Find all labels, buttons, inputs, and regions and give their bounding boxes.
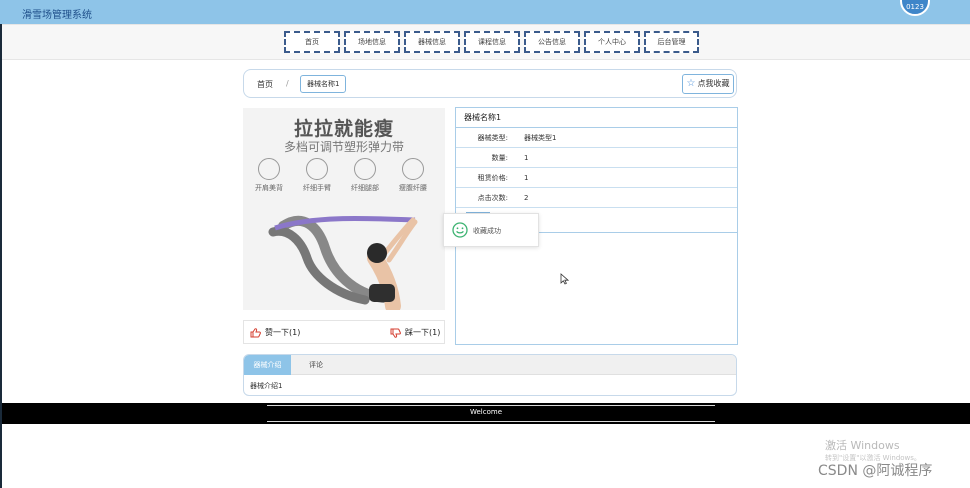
mouse-cursor-icon [560, 273, 569, 285]
thumbs-up-icon [250, 327, 261, 337]
detail-row: 器械类型: 器械类型1 [456, 128, 737, 148]
dislike-label: 踩一下(1) [405, 328, 441, 337]
nav-band: 首页 场地信息 器械信息 课程信息 公告信息 个人中心 后台管理 [0, 24, 970, 60]
detail-title: 器械名称1 [456, 108, 737, 128]
toast-message: 收藏成功 [443, 213, 539, 247]
favorite-button[interactable]: ☆ 点我收藏 [682, 74, 734, 94]
thumbs-down-icon [390, 328, 401, 338]
footer-divider [267, 421, 715, 422]
detail-value: 2 [524, 194, 529, 202]
detail-key: 点击次数: [477, 194, 508, 202]
nav-item-admin[interactable]: 后台管理 [644, 31, 699, 53]
nav-item-equipment[interactable]: 器械信息 [404, 31, 460, 53]
detail-key: 器械类型: [477, 134, 508, 142]
dislike-button[interactable]: 踩一下(1) [390, 327, 440, 338]
tabs-header: 器械介绍 评论 [244, 355, 736, 375]
tab-comments[interactable]: 评论 [300, 355, 332, 375]
csdn-watermark: CSDN @阿诚程序 [818, 463, 933, 479]
tab-content: 器械介绍1 [250, 382, 283, 390]
toast-text: 收藏成功 [473, 227, 501, 235]
vote-bar: 赞一下(1) 踩一下(1) [243, 320, 445, 344]
footer-welcome: Welcome [469, 408, 503, 416]
tabs-panel: 器械介绍 评论 器械介绍1 [243, 354, 737, 396]
main-nav: 首页 场地信息 器械信息 课程信息 公告信息 个人中心 后台管理 [284, 31, 699, 53]
detail-key: 数量: [491, 154, 508, 162]
breadcrumb-separator: / [286, 79, 289, 88]
like-label: 赞一下(1) [265, 328, 301, 337]
activate-windows-title: 激活 Windows [825, 439, 900, 452]
user-avatar[interactable]: 0123 [900, 0, 930, 16]
nav-item-home[interactable]: 首页 [284, 31, 340, 53]
model-illustration [268, 215, 418, 310]
product-image: 拉拉就能瘦 多档可调节塑形弹力带 开肩美背 纤细手臂 纤细腿部 瘦腹纤腰 [243, 108, 445, 310]
detail-key: 租赁价格: [477, 174, 508, 182]
nav-item-courses[interactable]: 课程信息 [464, 31, 520, 53]
breadcrumb-home[interactable]: 首页 [257, 79, 273, 90]
tab-equipment-intro[interactable]: 器械介绍 [244, 355, 291, 375]
detail-value: 器械类型1 [524, 134, 557, 142]
nav-item-profile[interactable]: 个人中心 [584, 31, 640, 53]
top-bar: 滑雪场管理系统 0123 [0, 0, 970, 24]
detail-row: 点击次数: 2 [456, 188, 737, 208]
footer-divider [267, 405, 715, 406]
detail-value: 1 [524, 174, 529, 182]
site-title: 滑雪场管理系统 [22, 10, 92, 21]
footer: Welcome [2, 403, 970, 424]
nav-item-venues[interactable]: 场地信息 [344, 31, 400, 53]
breadcrumb: 首页 / 器械名称1 ☆ 点我收藏 [243, 69, 737, 98]
favorite-button-label: 点我收藏 [697, 79, 730, 88]
star-icon: ☆ [686, 78, 696, 89]
nav-item-announcements[interactable]: 公告信息 [524, 31, 580, 53]
detail-row: 租赁价格: 1 [456, 168, 737, 188]
detail-value: 1 [524, 154, 529, 162]
breadcrumb-current: 器械名称1 [300, 75, 347, 93]
like-button[interactable]: 赞一下(1) [250, 327, 300, 338]
smile-icon [452, 222, 468, 238]
detail-row: 数量: 1 [456, 148, 737, 168]
